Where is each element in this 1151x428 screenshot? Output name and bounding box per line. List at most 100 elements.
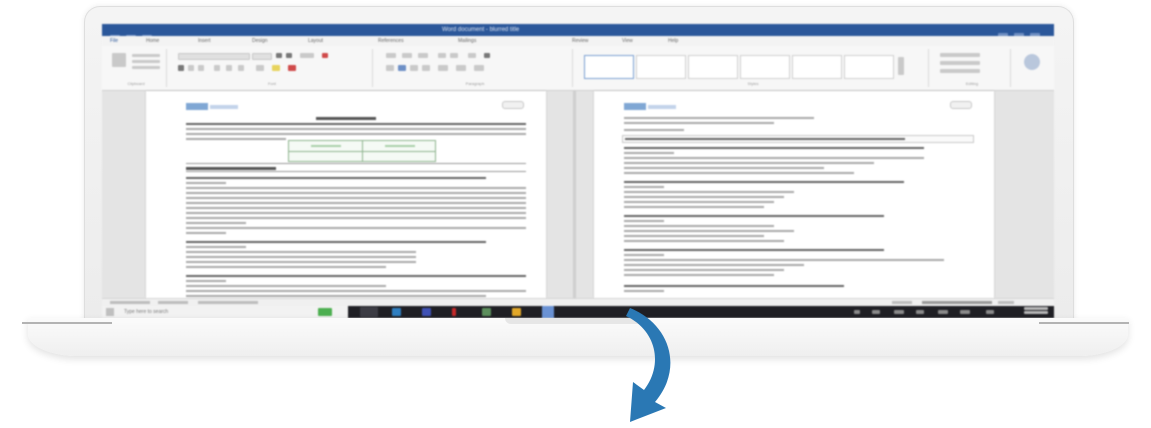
- people-icon[interactable]: [872, 310, 880, 314]
- tab-help[interactable]: Help: [668, 38, 678, 44]
- style-title[interactable]: [792, 55, 842, 79]
- copy-button[interactable]: [132, 60, 160, 63]
- volume-icon[interactable]: [916, 310, 924, 314]
- font-size-select[interactable]: [252, 53, 272, 60]
- multilevel-list-icon[interactable]: [418, 53, 428, 58]
- sort-icon[interactable]: [468, 53, 476, 58]
- font-name-select[interactable]: [178, 53, 250, 60]
- windows-icon[interactable]: [106, 308, 114, 316]
- shrink-font-icon[interactable]: [286, 53, 292, 58]
- increase-indent-icon[interactable]: [450, 53, 458, 58]
- cortana-icon[interactable]: [318, 308, 332, 316]
- cut-button[interactable]: [132, 54, 160, 57]
- text-effects-icon[interactable]: [256, 65, 264, 71]
- word-icon[interactable]: [542, 306, 554, 318]
- text-line: [624, 254, 664, 256]
- line-spacing-icon[interactable]: [438, 65, 448, 71]
- replace-button[interactable]: [940, 61, 980, 65]
- justify-icon[interactable]: [422, 65, 430, 71]
- search-input[interactable]: Type here to search: [124, 309, 168, 315]
- tab-view[interactable]: View: [622, 38, 633, 44]
- align-left-icon[interactable]: [386, 65, 394, 71]
- ribbon: Clipboard Font Paragraph Styles Editing: [102, 46, 1054, 91]
- style-no-spacing[interactable]: [636, 55, 686, 79]
- view-mode-buttons[interactable]: [892, 301, 912, 304]
- show-marks-icon[interactable]: [484, 53, 490, 58]
- borders-icon[interactable]: [474, 65, 484, 71]
- text-line: [624, 269, 784, 271]
- numbering-icon[interactable]: [402, 53, 412, 58]
- app-icon[interactable]: [452, 308, 456, 316]
- edge-icon[interactable]: [392, 308, 401, 316]
- tab-design[interactable]: Design: [252, 38, 268, 44]
- tab-references[interactable]: References: [378, 38, 404, 44]
- find-button[interactable]: [940, 53, 980, 57]
- style-heading-2[interactable]: [740, 55, 790, 79]
- language-indicator[interactable]: [198, 301, 258, 304]
- shading-icon[interactable]: [456, 65, 466, 71]
- battery-icon[interactable]: [938, 310, 948, 314]
- dictate-icon[interactable]: [1024, 54, 1040, 70]
- page-badge: [950, 101, 972, 109]
- align-right-icon[interactable]: [410, 65, 418, 71]
- tab-insert[interactable]: Insert: [198, 38, 211, 44]
- group-label: Clipboard: [127, 81, 145, 86]
- style-subtitle[interactable]: [844, 55, 894, 79]
- store-icon[interactable]: [422, 308, 431, 316]
- tab-mailings[interactable]: Mailings: [458, 38, 476, 44]
- taskbar-clock[interactable]: [1024, 307, 1048, 317]
- document-page-right[interactable]: [594, 91, 994, 298]
- italic-icon[interactable]: [188, 65, 194, 71]
- tab-review[interactable]: Review: [572, 38, 588, 44]
- clear-formatting-icon[interactable]: [322, 53, 328, 58]
- decrease-indent-icon[interactable]: [438, 53, 446, 58]
- font-color-icon[interactable]: [288, 65, 296, 71]
- tab-file[interactable]: File: [110, 38, 118, 44]
- change-case-button[interactable]: [300, 53, 314, 58]
- file-explorer-icon[interactable]: [512, 308, 521, 316]
- word-count[interactable]: [158, 301, 188, 304]
- text-line: [624, 206, 764, 208]
- text-line: [186, 295, 486, 297]
- align-center-icon[interactable]: [398, 65, 406, 71]
- text-line: [624, 235, 764, 237]
- underline-icon[interactable]: [198, 65, 204, 71]
- text-line: [624, 191, 794, 193]
- bullets-icon[interactable]: [386, 53, 396, 58]
- styles-more-icon[interactable]: [898, 57, 904, 75]
- group-label: Styles: [747, 81, 759, 86]
- tab-layout[interactable]: Layout: [308, 38, 323, 44]
- document-area: [102, 91, 1054, 298]
- keyboard-icon[interactable]: [960, 310, 970, 314]
- highlight-icon[interactable]: [272, 65, 280, 71]
- tab-home[interactable]: Home: [146, 38, 159, 44]
- network-icon[interactable]: [894, 310, 904, 314]
- document-logo: [624, 103, 646, 110]
- document-logo-text: [210, 105, 238, 109]
- notification-icon[interactable]: [986, 310, 994, 314]
- zoom-level[interactable]: [998, 301, 1014, 304]
- select-button[interactable]: [940, 69, 980, 73]
- split-divider[interactable]: [573, 91, 576, 298]
- task-view-icon[interactable]: [360, 307, 378, 317]
- paste-icon[interactable]: [112, 53, 126, 67]
- strikethrough-icon[interactable]: [214, 65, 220, 71]
- text-line: [186, 261, 416, 263]
- bold-icon[interactable]: [178, 65, 184, 71]
- subscript-icon[interactable]: [226, 65, 232, 71]
- taskbar-search[interactable]: Type here to search: [102, 306, 348, 318]
- page-count[interactable]: [110, 301, 150, 304]
- superscript-icon[interactable]: [238, 65, 244, 71]
- format-painter-button[interactable]: [132, 66, 160, 69]
- grow-font-icon[interactable]: [276, 53, 282, 58]
- document-page-left[interactable]: [146, 91, 546, 298]
- text-line: [624, 215, 884, 217]
- section-rule: [186, 163, 526, 164]
- text-line: [624, 117, 814, 119]
- excel-icon[interactable]: [482, 308, 491, 316]
- zoom-slider[interactable]: [922, 301, 992, 304]
- style-heading-1[interactable]: [688, 55, 738, 79]
- style-normal[interactable]: [584, 55, 634, 79]
- text-line: [186, 128, 526, 130]
- tray-chevron-icon[interactable]: [854, 310, 860, 314]
